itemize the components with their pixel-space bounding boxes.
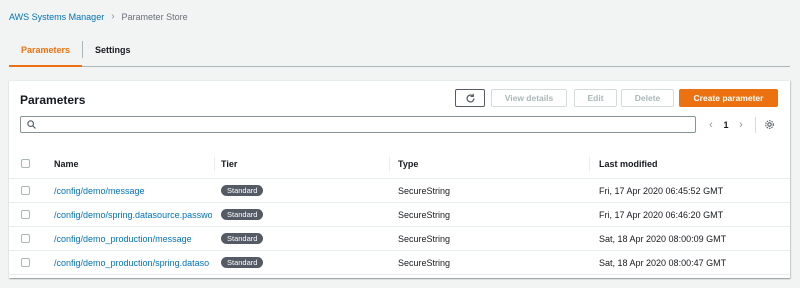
row-checkbox[interactable] [21,186,30,195]
next-page-icon[interactable]: › [733,119,749,131]
breadcrumb-current: Parameter Store [121,11,188,22]
parameter-type: SecureString [398,257,451,268]
edit-button[interactable]: Edit [574,89,617,107]
parameter-name-link[interactable]: /config/demo_production/message [54,227,212,250]
breadcrumb-link-systems-manager[interactable]: AWS Systems Manager [9,12,104,22]
pager-divider [755,116,756,133]
row-checkbox[interactable] [21,258,30,267]
column-header-tier[interactable]: Tier [221,149,237,178]
view-details-button[interactable]: View details [491,89,567,107]
table-header-row: Name Tier Type Last modified [9,149,790,179]
select-all-checkbox[interactable] [21,159,30,168]
last-modified: Fri, 17 Apr 2020 06:46:20 GMT [599,209,724,220]
tab-settings[interactable]: Settings [83,33,143,66]
delete-button[interactable]: Delete [621,89,674,107]
tab-bar: Parameters Settings [9,33,790,67]
table-row: /config/demo/spring.datasource.passwo St… [9,203,790,227]
column-header-type[interactable]: Type [398,149,418,178]
column-divider [214,157,215,171]
create-parameter-button[interactable]: Create parameter [679,89,778,107]
row-checkbox[interactable] [21,210,30,219]
last-modified: Fri, 17 Apr 2020 06:45:52 GMT [599,185,724,196]
refresh-icon [466,93,475,103]
chevron-right-icon: › [111,11,115,22]
table-row: /config/demo_production/message Standard… [9,227,790,251]
parameter-name-link[interactable]: /config/demo/spring.datasource.passwo [54,203,212,226]
column-divider [389,157,390,171]
previous-page-icon[interactable]: ‹ [703,119,719,131]
last-modified: Sat, 18 Apr 2020 08:00:09 GMT [599,233,727,244]
tab-parameters[interactable]: Parameters [9,33,83,67]
tier-badge: Standard [221,208,264,221]
last-modified: Sat, 18 Apr 2020 08:00:47 GMT [599,257,727,268]
breadcrumb: AWS Systems Manager › Parameter Store [9,11,188,22]
parameter-name-link[interactable]: /config/demo_production/spring.dataso [54,251,212,274]
panel-title: Parameters [20,93,86,107]
tier-badge: Standard [221,232,264,245]
column-header-last-modified[interactable]: Last modified [599,149,658,178]
column-header-name[interactable]: Name [54,149,212,178]
search-box [20,116,696,133]
table-row: /config/demo_production/spring.dataso St… [9,251,790,275]
refresh-button[interactable] [455,89,485,107]
parameter-type: SecureString [398,209,451,220]
parameter-type: SecureString [398,233,451,244]
parameters-panel: Parameters View details Edit Delete Crea… [9,80,790,278]
parameter-name-link[interactable]: /config/demo/message [54,179,212,202]
current-page-number[interactable]: 1 [719,120,733,130]
tier-badge: Standard [221,256,264,269]
row-checkbox[interactable] [21,234,30,243]
parameters-table: Name Tier Type Last modified /config/dem… [9,149,790,275]
search-input[interactable] [42,117,695,132]
parameter-type: SecureString [398,185,451,196]
search-icon [27,120,36,129]
tier-badge: Standard [221,184,264,197]
gear-icon[interactable] [764,119,775,130]
pagination: ‹ 1 › [703,116,775,133]
table-row: /config/demo/message Standard SecureStri… [9,179,790,203]
column-divider [589,157,590,171]
